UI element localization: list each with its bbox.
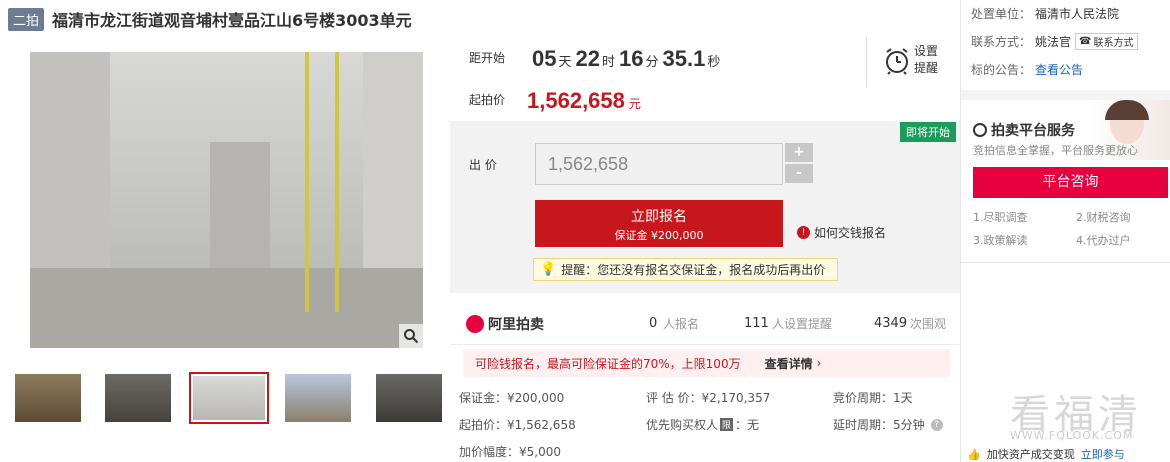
service-item-1[interactable]: 1.尽职调查	[973, 209, 1028, 225]
start-price: 起拍价 1,562,658 元	[469, 88, 641, 114]
alarm-clock-icon	[884, 47, 910, 79]
contact-button-label: 联系方式	[1093, 38, 1134, 49]
lightbulb-icon: 💡	[540, 262, 557, 277]
phone-icon: ☎	[1079, 36, 1092, 47]
service-title: 拍卖平台服务	[991, 123, 1075, 139]
signup-label: 立即报名	[631, 209, 687, 225]
priority-label: 优先购买权人	[646, 418, 719, 432]
disposal-unit-value: 福清市人民法院	[1035, 7, 1120, 21]
countdown-minutes: 16	[619, 46, 644, 71]
countdown-label: 距开始	[469, 51, 506, 65]
priority-badge: 限	[720, 418, 734, 431]
bid-label: 出 价	[469, 158, 497, 172]
ali-logo-text: 阿里拍卖	[488, 316, 544, 333]
how-to-pay-label: 如何交钱报名	[814, 226, 887, 240]
help-icon[interactable]: ?	[930, 418, 943, 431]
service-logo-icon	[973, 123, 987, 137]
watermark-url: WWW.FQLOOK.COM	[1010, 429, 1134, 442]
page-title: 福清市龙江街道观音埔村壹品江山6号楼3003单元	[52, 11, 412, 30]
countdown-days-unit: 天	[558, 55, 572, 70]
auction-round-tag: 二拍	[8, 7, 45, 31]
countdown-seconds: 35.1	[662, 46, 706, 71]
thumbnail[interactable]	[283, 372, 353, 424]
thumbnail[interactable]	[103, 372, 173, 424]
countdown-hours: 22	[575, 46, 600, 71]
status-badge: 即将开始	[900, 122, 956, 142]
reminder-count-label: 人设置提醒	[772, 317, 833, 331]
priority-value: ：无	[735, 418, 760, 432]
increment-info: 加价幅度：¥5,000	[459, 445, 561, 459]
thumbnail-active[interactable]	[189, 372, 269, 424]
service-title-row: 拍卖平台服务	[973, 120, 1075, 140]
bid-stepper: + -	[785, 143, 815, 185]
countdown: 距开始 05 天 22 时 16 分 35.1 秒	[469, 46, 724, 72]
ali-auction-logo: 阿里拍卖	[466, 314, 544, 334]
thumbnail[interactable]	[13, 372, 83, 424]
panel-divider	[961, 90, 1170, 100]
countdown-days: 05	[532, 46, 557, 71]
loan-promo: 可险钱报名，最高可险保证金的70%，上限100万 查看详情 ›	[463, 349, 950, 377]
appraisal-info: 评 估 价：¥2,170,357	[646, 391, 771, 405]
service-subtitle: 竞拍信息全掌握，平台服务更放心	[973, 144, 1138, 157]
zoom-icon[interactable]	[399, 324, 423, 348]
chevron-right-icon: ›	[816, 356, 822, 370]
disposal-unit: 处置单位： 福清市人民法院	[971, 5, 1119, 22]
start-price-label: 起拍价	[469, 93, 506, 107]
reminder-tip: 💡 提醒：您还没有报名交保证金，报名成功后再出价	[533, 258, 838, 281]
title-bar: 二拍 福清市龙江街道观音埔村壹品江山6号楼3003单元	[8, 6, 412, 32]
remind-line1: 设置	[914, 44, 939, 58]
service-item-2[interactable]: 2.财税咨询	[1076, 209, 1131, 225]
remind-line2: 提醒	[914, 61, 939, 75]
start-price-unit: 元	[628, 97, 641, 111]
contact-button[interactable]: ☎ 联系方式	[1075, 33, 1138, 50]
bottom-notice-text: 加快资产成交变现	[986, 448, 1075, 461]
start-price-value: 1,562,658	[527, 88, 625, 113]
signup-button[interactable]: 立即报名 保证金 ¥200,000	[535, 200, 783, 247]
how-to-pay-link[interactable]: ! 如何交钱报名	[797, 224, 886, 241]
reminder-count: 111	[744, 316, 769, 331]
priority-info: 优先购买权人 限 ：无	[646, 416, 759, 433]
service-item-4[interactable]: 4.代办过户	[1076, 232, 1131, 248]
thumbs-up-icon: 👍	[967, 447, 981, 461]
main-photo[interactable]	[30, 52, 423, 348]
thumbnail[interactable]	[374, 372, 444, 424]
set-reminder-button[interactable]: 设置 提醒	[866, 37, 946, 87]
increase-button[interactable]: +	[785, 143, 813, 162]
period-info: 竞价周期：1天	[833, 391, 913, 405]
delay-info: 延时周期：5分钟 ?	[833, 416, 943, 433]
service-divider	[961, 262, 1170, 263]
consult-button[interactable]: 平台咨询	[973, 167, 1168, 198]
start-price-info: 起拍价：¥1,562,658	[459, 418, 576, 432]
notice-link[interactable]: 查看公告	[1035, 61, 1083, 78]
ali-logo-icon	[466, 314, 484, 333]
delay-text: 延时周期：5分钟	[833, 418, 925, 432]
promo-text: 可险钱报名，最高可险保证金的70%，上限100万	[475, 356, 741, 371]
countdown-seconds-unit: 秒	[707, 55, 721, 70]
deposit-info: 保证金：¥200,000	[459, 391, 565, 405]
countdown-minutes-unit: 分	[645, 55, 659, 70]
bottom-notice: 👍 加快资产成交变现 立即参与	[961, 446, 1170, 462]
bid-input[interactable]: 1,562,658	[535, 143, 783, 185]
view-count: 4349	[874, 316, 908, 331]
notice-info: 标的公告： 查看公告	[971, 61, 1083, 78]
contact-info: 联系方式： 姚法官 ☎ 联系方式	[971, 33, 1138, 50]
deposit-label: 保证金 ¥200,000	[614, 229, 704, 242]
notice-label: 标的公告：	[971, 63, 1032, 77]
signup-count: 0	[649, 316, 658, 331]
info-icon: !	[797, 226, 810, 239]
decrease-button[interactable]: -	[785, 164, 813, 183]
contact-label: 联系方式：	[971, 35, 1032, 49]
auction-stats: 阿里拍卖 0 人报名 111 人设置提醒 4349 次围观	[450, 303, 960, 345]
thumbnail-strip	[13, 372, 453, 424]
tip-text: 提醒：您还没有报名交保证金，报名成功后再出价	[561, 263, 826, 277]
bottom-notice-link[interactable]: 立即参与	[1081, 446, 1125, 462]
promo-link[interactable]: 查看详情	[765, 355, 813, 372]
view-count-label: 次围观	[910, 317, 947, 331]
contact-value: 姚法官	[1035, 35, 1072, 49]
service-item-3[interactable]: 3.政策解读	[973, 232, 1028, 248]
countdown-hours-unit: 时	[602, 55, 616, 70]
disposal-unit-label: 处置单位：	[971, 7, 1032, 21]
signup-count-label: 人报名	[663, 317, 700, 331]
